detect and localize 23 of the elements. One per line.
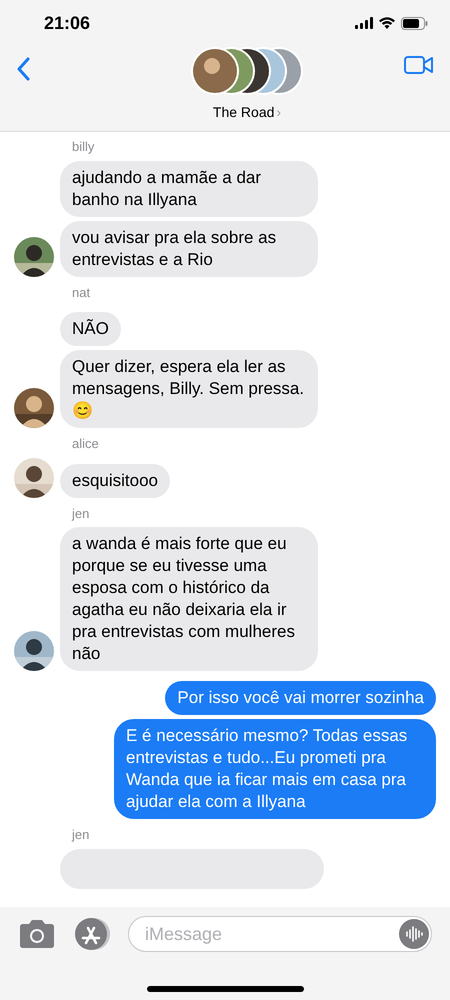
wifi-icon <box>379 17 395 29</box>
sender-name: jen <box>72 826 90 844</box>
message-field[interactable]: iMessage <box>128 916 432 952</box>
received-message: Quer dizer, espera ela ler as mensagens, Billy. Sem pressa. 😊 <box>60 350 318 428</box>
sender-name: billy <box>72 138 94 156</box>
status-time: 21:06 <box>44 12 90 34</box>
sender-name: alice <box>72 435 99 453</box>
sender-name: jen <box>72 504 90 523</box>
app-store-button[interactable] <box>72 917 112 951</box>
camera-button[interactable] <box>18 919 56 949</box>
received-message: ajudando a mamãe a dar banho na Illyana <box>60 160 318 216</box>
received-message: vou avisar pra ela sobre as entrevistas e a Rio <box>60 220 318 276</box>
sender-name: nat <box>72 284 90 302</box>
signal-icon <box>355 17 373 29</box>
battery-icon <box>401 16 428 30</box>
video-call-button[interactable] <box>404 54 434 76</box>
sent-message: E é necessário mesmo? Todas essas entrevistas e tudo...Eu prometi pra Wanda que ia ficar mais em casa pra ajudar ela com a Illyana <box>114 719 436 819</box>
conversation-title[interactable]: The Road› <box>212 102 282 123</box>
sent-message: Por isso você vai morrer sozinha <box>165 681 436 715</box>
received-message: a wanda é mais forte que eu porque se eu tivesse uma esposa com o histórico da agatha eu não deixaria ela ir pra entrevistas com mulheres não <box>60 527 318 671</box>
audio-icon[interactable] <box>399 919 429 949</box>
received-message: esquisitooo <box>60 464 170 498</box>
received-message: NÃO <box>60 312 121 346</box>
